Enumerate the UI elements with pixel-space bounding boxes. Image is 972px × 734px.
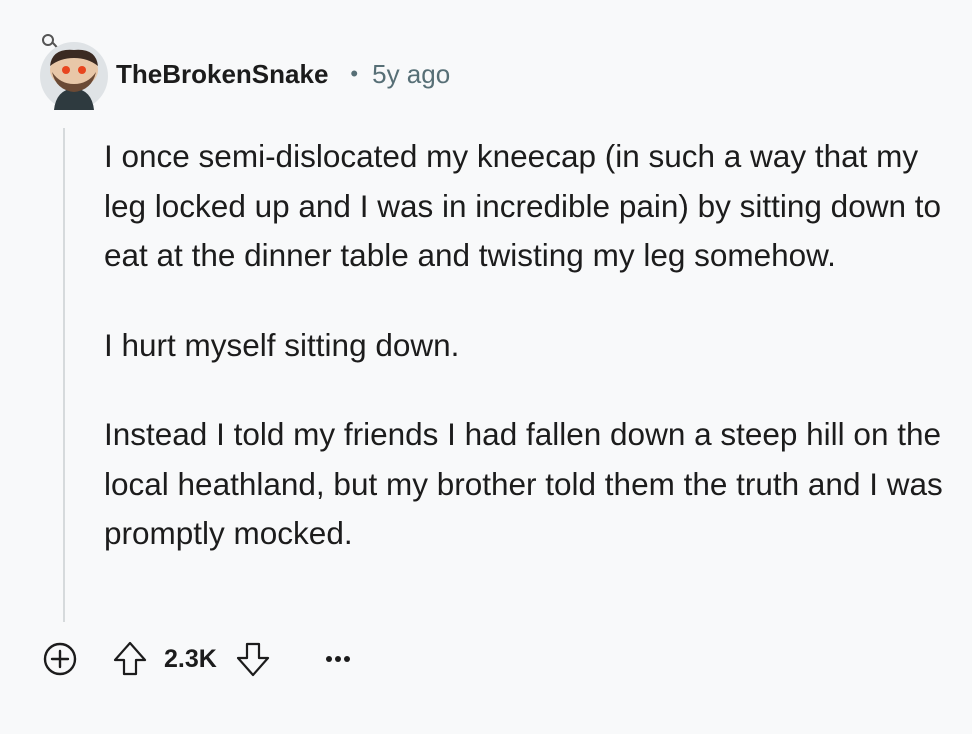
plus-circle-icon bbox=[43, 642, 77, 676]
comment-age[interactable]: 5y ago bbox=[372, 59, 450, 90]
author-username[interactable]: TheBrokenSnake bbox=[116, 59, 328, 90]
user-avatar-icon[interactable] bbox=[36, 30, 112, 110]
vote-controls: 2.3K bbox=[112, 640, 271, 678]
comment-actions: 2.3K bbox=[40, 638, 351, 680]
upvote-button[interactable] bbox=[112, 640, 148, 678]
vote-score: 2.3K bbox=[164, 644, 217, 673]
ellipsis-icon bbox=[325, 656, 350, 662]
comment-body: I once semi-dislocated my kneecap (in su… bbox=[104, 132, 954, 599]
comment-paragraph: I once semi-dislocated my kneecap (in su… bbox=[104, 138, 941, 273]
expand-thread-button[interactable] bbox=[40, 639, 80, 679]
comment: TheBrokenSnake • 5y ago I once semi-disl… bbox=[0, 0, 972, 734]
comment-header: TheBrokenSnake • 5y ago bbox=[116, 56, 450, 92]
upvote-arrow-icon bbox=[113, 641, 147, 676]
downvote-button[interactable] bbox=[235, 640, 271, 678]
comment-paragraph: I hurt myself sitting down. bbox=[104, 326, 460, 363]
meta-separator: • bbox=[350, 61, 359, 86]
thread-line[interactable] bbox=[63, 128, 65, 622]
more-options-button[interactable] bbox=[325, 639, 351, 679]
comment-paragraph: Instead I told my friends I had fallen d… bbox=[104, 416, 943, 551]
downvote-arrow-icon bbox=[236, 642, 269, 677]
